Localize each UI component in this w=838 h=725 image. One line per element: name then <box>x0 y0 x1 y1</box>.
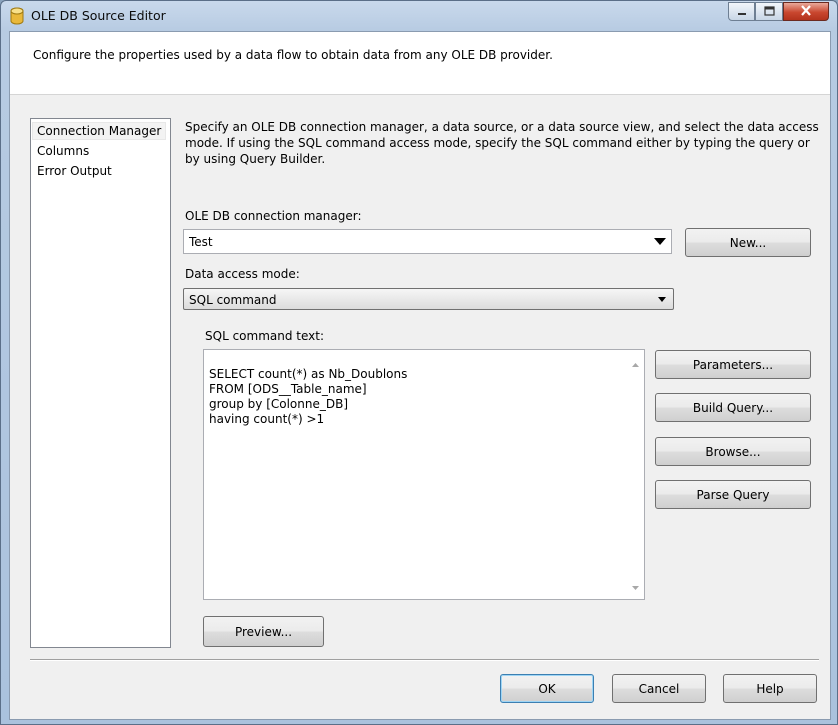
ok-button[interactable]: OK <box>500 674 594 703</box>
close-button[interactable] <box>783 2 829 21</box>
parameters-button[interactable]: Parameters... <box>655 350 811 379</box>
dialog-body: Configure the properties used by a data … <box>9 31 831 720</box>
help-button[interactable]: Help <box>723 674 817 703</box>
cancel-button[interactable]: Cancel <box>612 674 706 703</box>
connection-manager-dropdown[interactable]: Test <box>183 229 672 254</box>
minimize-button[interactable] <box>728 2 755 21</box>
sql-command-text-label: SQL command text: <box>205 329 324 343</box>
scroll-up-arrow-icon[interactable] <box>632 356 639 370</box>
footer-divider <box>30 659 819 661</box>
maximize-button[interactable] <box>755 2 783 21</box>
nav-item-label: Connection Manager <box>37 124 162 138</box>
connection-manager-value: Test <box>189 235 213 249</box>
new-connection-button[interactable]: New... <box>685 228 811 257</box>
nav-item-error-output[interactable]: Error Output <box>32 162 117 180</box>
build-query-button[interactable]: Build Query... <box>655 393 811 422</box>
title-bar[interactable]: OLE DB Source Editor <box>1 1 837 31</box>
data-access-mode-value: SQL command <box>189 293 277 307</box>
vertical-scrollbar[interactable] <box>627 350 644 599</box>
close-icon <box>800 4 812 19</box>
dialog-header: Configure the properties used by a data … <box>10 32 830 95</box>
parse-query-button[interactable]: Parse Query <box>655 480 811 509</box>
ole-db-source-editor-window: OLE DB Source Editor Configure the prope… <box>0 0 838 725</box>
nav-item-label: Columns <box>37 144 90 158</box>
minimize-icon <box>737 5 747 19</box>
page-navigation-list: Connection Manager Columns Error Output <box>30 118 171 648</box>
sql-command-textarea[interactable]: SELECT count(*) as Nb_Doublons FROM [ODS… <box>203 349 645 600</box>
scroll-down-arrow-icon[interactable] <box>632 579 639 593</box>
header-description: Configure the properties used by a data … <box>33 48 553 62</box>
nav-item-columns[interactable]: Columns <box>32 142 94 160</box>
connection-manager-label: OLE DB connection manager: <box>185 209 362 223</box>
browse-button[interactable]: Browse... <box>655 437 811 466</box>
chevron-down-icon <box>652 290 672 308</box>
window-title: OLE DB Source Editor <box>31 8 166 23</box>
data-access-mode-label: Data access mode: <box>185 267 300 281</box>
chevron-down-icon <box>650 231 670 252</box>
nav-item-connection-manager[interactable]: Connection Manager <box>32 122 167 140</box>
maximize-icon <box>763 5 775 19</box>
nav-item-label: Error Output <box>37 164 112 178</box>
database-cylinder-icon <box>10 7 24 25</box>
sql-command-text: SELECT count(*) as Nb_Doublons FROM [ODS… <box>209 367 408 426</box>
preview-button[interactable]: Preview... <box>203 616 324 647</box>
data-access-mode-dropdown[interactable]: SQL command <box>183 288 674 310</box>
page-description: Specify an OLE DB connection manager, a … <box>185 120 819 166</box>
